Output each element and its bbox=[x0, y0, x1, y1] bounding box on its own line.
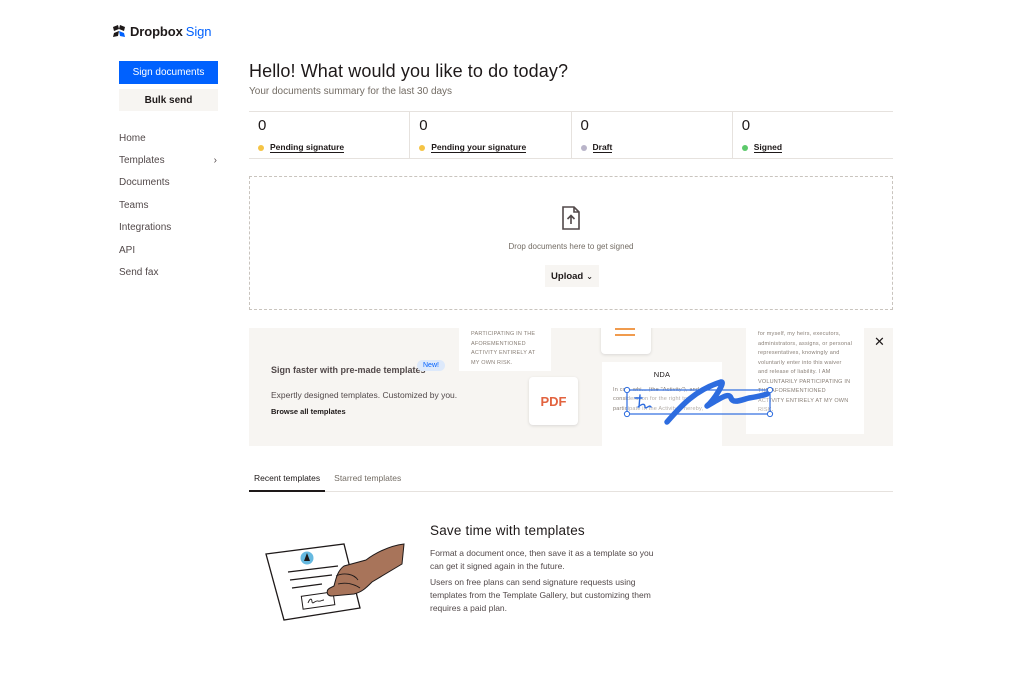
dropbox-logo-icon bbox=[113, 24, 125, 37]
stat-count: 0 bbox=[419, 117, 428, 134]
stat-count: 0 bbox=[741, 117, 751, 134]
nda-text: In co... whi... (the "Activity"), and as… bbox=[613, 386, 708, 412]
sidebar-item-api[interactable]: API bbox=[119, 239, 219, 261]
templates-tabs: Recent templates Starred templates bbox=[249, 467, 893, 492]
sidebar-nav: Home Templates › Documents Teams Integrat… bbox=[119, 127, 219, 284]
status-dot bbox=[580, 144, 587, 151]
page-subtitle: Your documents summary for the last 30 d… bbox=[249, 86, 453, 97]
stat-count: 0 bbox=[258, 117, 267, 134]
bulk-send-button[interactable]: Bulk send bbox=[119, 89, 218, 111]
nda-title: NDA bbox=[653, 370, 671, 379]
stat-pending-signature[interactable]: 0 Pending signature bbox=[249, 112, 411, 158]
stat-label[interactable]: Pending your signature bbox=[431, 142, 527, 153]
upload-button[interactable]: Upload ⌄ bbox=[545, 265, 599, 287]
tab-starred-templates[interactable]: Starred templates bbox=[329, 467, 406, 492]
document-preview: PARTICIPATING IN THE AFOREMENTIONED ACTI… bbox=[459, 328, 551, 371]
tab-recent-templates[interactable]: Recent templates bbox=[249, 467, 326, 492]
stat-count: 0 bbox=[580, 117, 589, 134]
stat-label[interactable]: Pending signature bbox=[270, 142, 345, 153]
sidebar-item-documents[interactable]: Documents bbox=[119, 172, 219, 194]
browse-all-templates-link[interactable]: Browse all templates bbox=[271, 407, 346, 416]
close-banner-button[interactable]: ✕ bbox=[874, 334, 885, 350]
stat-label[interactable]: Draft bbox=[592, 142, 613, 153]
status-dot bbox=[258, 144, 264, 151]
stat-draft[interactable]: 0 Draft bbox=[572, 112, 733, 158]
sidebar-item-send-fax[interactable]: Send fax bbox=[119, 261, 219, 283]
sidebar-item-teams[interactable]: Teams bbox=[119, 194, 219, 216]
templates-promo-banner: Sign faster with pre-made templates New!… bbox=[249, 328, 893, 446]
nda-document-preview: NDA In co... whi... (the "Activity"), an… bbox=[602, 362, 722, 446]
document-thumbnail bbox=[601, 328, 651, 354]
empty-state-paragraph: Format a document once, then save it as … bbox=[430, 548, 654, 571]
logo-text: Dropbox Sign bbox=[130, 24, 212, 39]
promo-title: Sign faster with pre-made templates bbox=[271, 365, 426, 375]
page-title: Hello! What would you like to do today? bbox=[249, 61, 569, 81]
stat-signed[interactable]: 0 Signed bbox=[733, 112, 893, 158]
sidebar-item-home[interactable]: Home bbox=[119, 127, 219, 149]
documents-summary: 0 Pending signature 0 Pending your signa… bbox=[249, 111, 893, 159]
hand-signing-document-illustration bbox=[265, 543, 405, 621]
status-dot bbox=[419, 144, 426, 151]
drop-instructions: Drop documents here to get signed bbox=[508, 242, 634, 251]
file-upload-icon bbox=[562, 206, 580, 230]
status-dot bbox=[741, 144, 748, 151]
waiver-document-preview: for myself, my heirs, executors, adminis… bbox=[746, 328, 864, 434]
stat-pending-your-signature[interactable]: 0 Pending your signature bbox=[410, 112, 572, 158]
dropbox-sign-logo[interactable]: Dropbox Sign bbox=[113, 24, 211, 39]
sign-documents-button[interactable]: Sign documents bbox=[119, 61, 218, 84]
chevron-down-icon: ⌄ bbox=[586, 271, 593, 281]
sidebar-item-integrations[interactable]: Integrations bbox=[119, 217, 219, 239]
empty-state-paragraph: Users on free plans can send signature r… bbox=[430, 577, 651, 613]
chevron-right-icon: › bbox=[213, 155, 217, 167]
sidebar-item-templates[interactable]: Templates › bbox=[119, 149, 219, 171]
empty-state-title: Save time with templates bbox=[430, 523, 585, 538]
document-drop-zone[interactable]: Drop documents here to get signed Upload… bbox=[249, 176, 893, 310]
new-badge: New! bbox=[417, 360, 445, 371]
promo-description: Expertly designed templates. Customized … bbox=[271, 390, 458, 400]
stat-label[interactable]: Signed bbox=[753, 142, 783, 153]
pdf-thumbnail: PDF bbox=[529, 377, 578, 425]
